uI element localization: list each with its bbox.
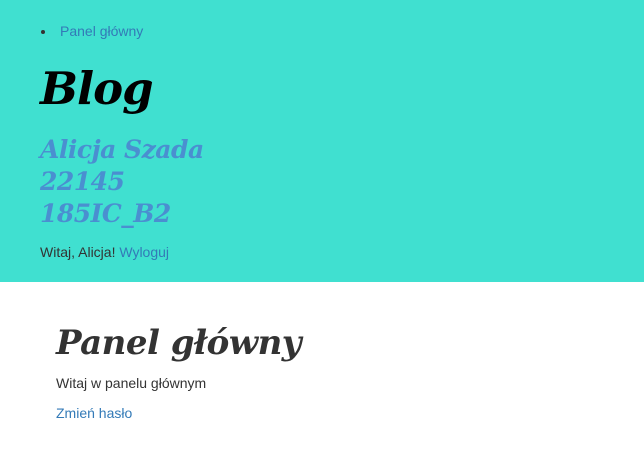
bullet-icon (41, 30, 45, 34)
user-info: Alicja Szada 22145 185IC_B2 (40, 134, 204, 230)
user-name: Alicja Szada (40, 135, 204, 164)
nav-item-dashboard: Panel główny (40, 22, 143, 40)
greeting: Witaj, Alicja! Wyloguj (40, 243, 169, 261)
welcome-text: Witaj w panelu głównym (56, 375, 207, 391)
logout-link[interactable]: Wyloguj (119, 244, 169, 260)
nav-link-dashboard[interactable]: Panel główny (60, 23, 143, 39)
nav-list: Panel główny (40, 22, 143, 40)
user-group: 185IC_B2 (40, 199, 171, 228)
page-title: Panel główny (56, 323, 302, 363)
main-content: Panel główny Witaj w panelu głównym Zmie… (0, 282, 644, 464)
header: Panel główny Blog Alicja Szada 22145 185… (0, 0, 644, 282)
site-title: Blog (40, 62, 154, 115)
change-password-link[interactable]: Zmień hasło (56, 404, 132, 422)
greeting-text: Witaj, Alicja! (40, 244, 116, 260)
user-id: 22145 (40, 167, 125, 196)
